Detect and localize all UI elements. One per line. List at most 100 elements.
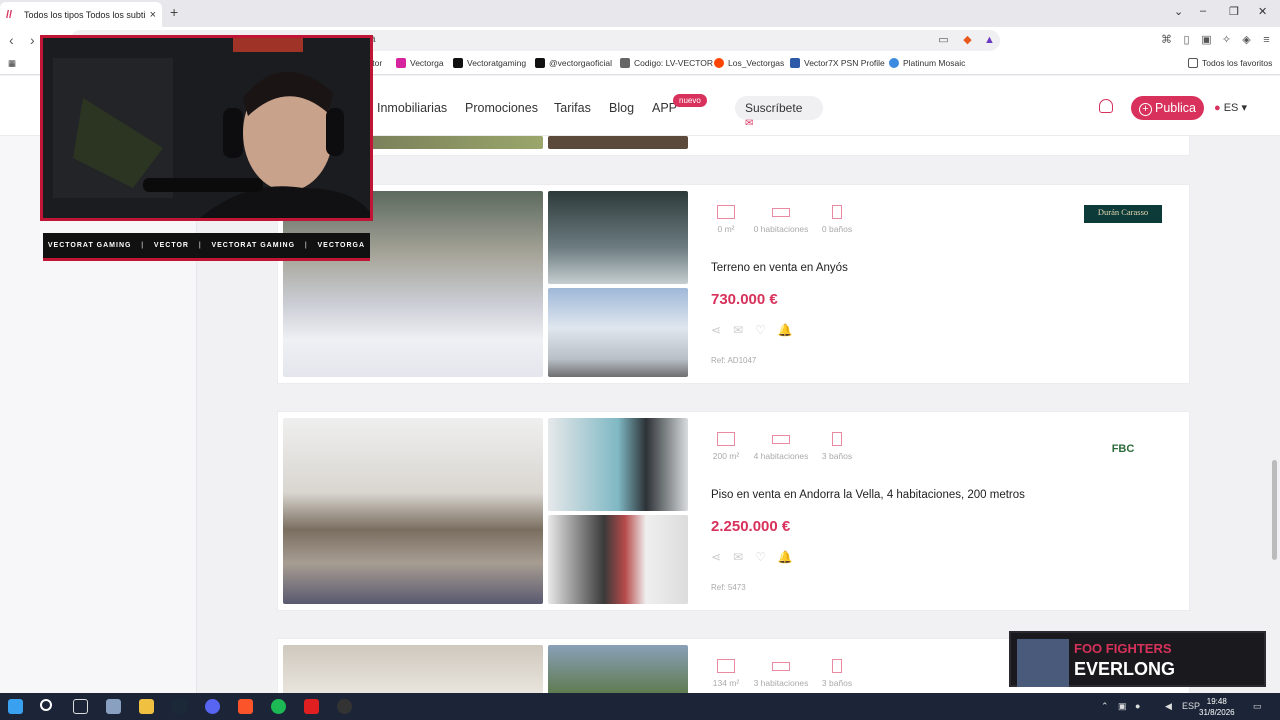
- heart-icon[interactable]: ♡: [755, 323, 766, 337]
- search-icon[interactable]: [40, 699, 52, 711]
- bookmark-item[interactable]: @vectorgaoficial: [535, 58, 612, 68]
- apps-grid-icon[interactable]: ▦: [8, 58, 16, 69]
- publish-button[interactable]: + Publica: [1131, 96, 1204, 120]
- listing-thumb-image[interactable]: [548, 288, 688, 377]
- listing-card[interactable]: 200 m² 4 habitaciones 3 baños FBC Piso e…: [277, 411, 1190, 611]
- volume-icon[interactable]: ◀: [1165, 701, 1172, 712]
- language-selector[interactable]: ● ES ▾: [1214, 101, 1247, 114]
- extensions-icon[interactable]: ⌘: [1160, 34, 1173, 47]
- brave-icon[interactable]: [238, 699, 253, 714]
- tab-search-chevron-icon[interactable]: ⌄: [1174, 5, 1183, 18]
- sidebar-icon[interactable]: ▯: [1180, 34, 1193, 47]
- steam-icon[interactable]: [172, 699, 187, 714]
- bell-icon[interactable]: 🔔: [778, 550, 793, 564]
- discord-icon[interactable]: [205, 699, 220, 714]
- nav-promociones[interactable]: Promociones: [465, 101, 538, 115]
- mail-icon[interactable]: ✉: [733, 550, 743, 564]
- listing-main-image[interactable]: [283, 645, 543, 694]
- area-feature: 0 m²: [696, 205, 756, 234]
- bookmark-item[interactable]: Los_Vectorgas: [714, 58, 784, 68]
- wallet-icon[interactable]: ▣: [1200, 34, 1213, 47]
- area-value: 200 m²: [712, 451, 740, 461]
- shower-icon: [832, 659, 842, 673]
- folder-icon: [1188, 58, 1198, 68]
- rooms-value: 4 habitaciones: [753, 451, 809, 461]
- nav-inmobiliarias[interactable]: Inmobiliarias: [377, 101, 447, 115]
- listing-thumb-image[interactable]: [548, 645, 688, 694]
- bookmark-label: Vectorga: [410, 58, 444, 68]
- clock[interactable]: 19:48 31/8/2026: [1199, 696, 1235, 718]
- mail-icon[interactable]: ✉: [733, 323, 743, 337]
- browser-tab[interactable]: // Todos los tipos Todos los subtipos ×: [0, 2, 162, 27]
- area-icon: [717, 659, 735, 673]
- all-favorites[interactable]: Todos los favoritos: [1188, 58, 1272, 68]
- forward-icon[interactable]: ›: [30, 32, 35, 48]
- listing-title[interactable]: Piso en venta en Andorra la Vella, 4 hab…: [711, 489, 1025, 501]
- brave-shield-icon[interactable]: ◆: [961, 34, 974, 47]
- bookmark-item[interactable]: Vectorga: [396, 58, 444, 68]
- listing-ref: Ref: AD1047: [711, 356, 757, 365]
- listing-actions: ⋖ ✉ ♡ 🔔: [711, 550, 793, 564]
- start-icon[interactable]: [8, 699, 23, 714]
- tray-chevron-icon[interactable]: ⌃: [1101, 701, 1109, 712]
- listing-price: 2.250.000 €: [711, 518, 791, 535]
- listing-thumb-image[interactable]: [548, 418, 688, 511]
- bookmark-item[interactable]: Codigo: LV-VECTOR: [620, 58, 713, 68]
- share-icon[interactable]: ⋖: [711, 323, 721, 337]
- heart-icon[interactable]: ♡: [755, 550, 766, 564]
- subscribe-button[interactable]: Suscríbete ✉: [735, 96, 823, 129]
- agency-name: FBC: [1111, 443, 1135, 455]
- leo-ai-icon[interactable]: ✧: [1220, 34, 1233, 47]
- shower-icon: [832, 432, 842, 446]
- network-icon[interactable]: ▣: [1118, 701, 1127, 712]
- tab-close-icon[interactable]: ×: [150, 9, 156, 21]
- share-icon[interactable]: ⋖: [711, 550, 721, 564]
- menu-icon[interactable]: ≡: [1260, 34, 1273, 47]
- listing-card-previous[interactable]: [277, 136, 1190, 156]
- nav-tarifas[interactable]: Tarifas: [554, 101, 591, 115]
- vpn-icon[interactable]: ◈: [1240, 34, 1253, 47]
- notifications-icon[interactable]: ▭: [1253, 701, 1262, 712]
- close-window-icon[interactable]: ✕: [1258, 5, 1267, 18]
- bookmark-label: Codigo: LV-VECTOR: [634, 58, 714, 68]
- cast-icon[interactable]: ▭: [937, 34, 950, 47]
- agency-logo[interactable]: FBC: [1108, 424, 1138, 460]
- nav-blog[interactable]: Blog: [609, 101, 634, 115]
- page-scrollbar[interactable]: [1272, 460, 1277, 560]
- globe-icon: ●: [1214, 102, 1221, 114]
- bookmark-item[interactable]: Vectoratgaming: [453, 58, 526, 68]
- x-icon: [453, 58, 463, 68]
- app-icon[interactable]: [106, 699, 121, 714]
- language-indicator[interactable]: ESP: [1182, 701, 1200, 711]
- user-icon[interactable]: [1099, 99, 1113, 113]
- spotify-icon[interactable]: [271, 699, 286, 714]
- task-view-icon[interactable]: [73, 699, 88, 714]
- microphone-icon[interactable]: ●: [1135, 701, 1140, 711]
- new-tab-button[interactable]: +: [170, 4, 178, 20]
- now-playing-song: EVERLONG: [1074, 659, 1176, 679]
- brave-rewards-icon[interactable]: ▲: [983, 34, 996, 47]
- bookmark-label: Los_Vectorgas: [728, 58, 785, 68]
- obs-icon[interactable]: [337, 699, 352, 714]
- subscribe-label: Suscríbete: [745, 101, 803, 115]
- bookmark-item[interactable]: Vector7X PSN Profile: [790, 58, 885, 68]
- listing-thumb-image[interactable]: [548, 515, 688, 604]
- bookmark-item[interactable]: Platinum Mosaic: [889, 58, 965, 68]
- bell-icon[interactable]: 🔔: [778, 323, 793, 337]
- listing-card[interactable]: 0 m² 0 habitaciones 0 baños Durán Carass…: [277, 184, 1190, 384]
- windows-taskbar: ⌃ ▣ ● ◀ ESP 19:48 31/8/2026 ▭: [0, 693, 1280, 720]
- file-explorer-icon[interactable]: [139, 699, 154, 714]
- agency-logo[interactable]: Durán Carasso: [1084, 205, 1162, 223]
- acrobat-icon[interactable]: [304, 699, 319, 714]
- listing-title[interactable]: Terreno en venta en Anyós: [711, 262, 848, 274]
- area-value: 134 m²: [712, 678, 740, 688]
- nuevo-badge: nuevo: [673, 94, 707, 107]
- back-icon[interactable]: ‹: [9, 32, 14, 48]
- listing-main-image[interactable]: [283, 418, 543, 604]
- area-feature: 134 m²: [696, 659, 756, 688]
- minimize-icon[interactable]: –: [1200, 5, 1206, 17]
- listing-thumb-image[interactable]: [548, 191, 688, 284]
- area-value: 0 m²: [717, 224, 735, 234]
- listing-image[interactable]: [548, 136, 688, 149]
- maximize-icon[interactable]: ❐: [1229, 5, 1239, 18]
